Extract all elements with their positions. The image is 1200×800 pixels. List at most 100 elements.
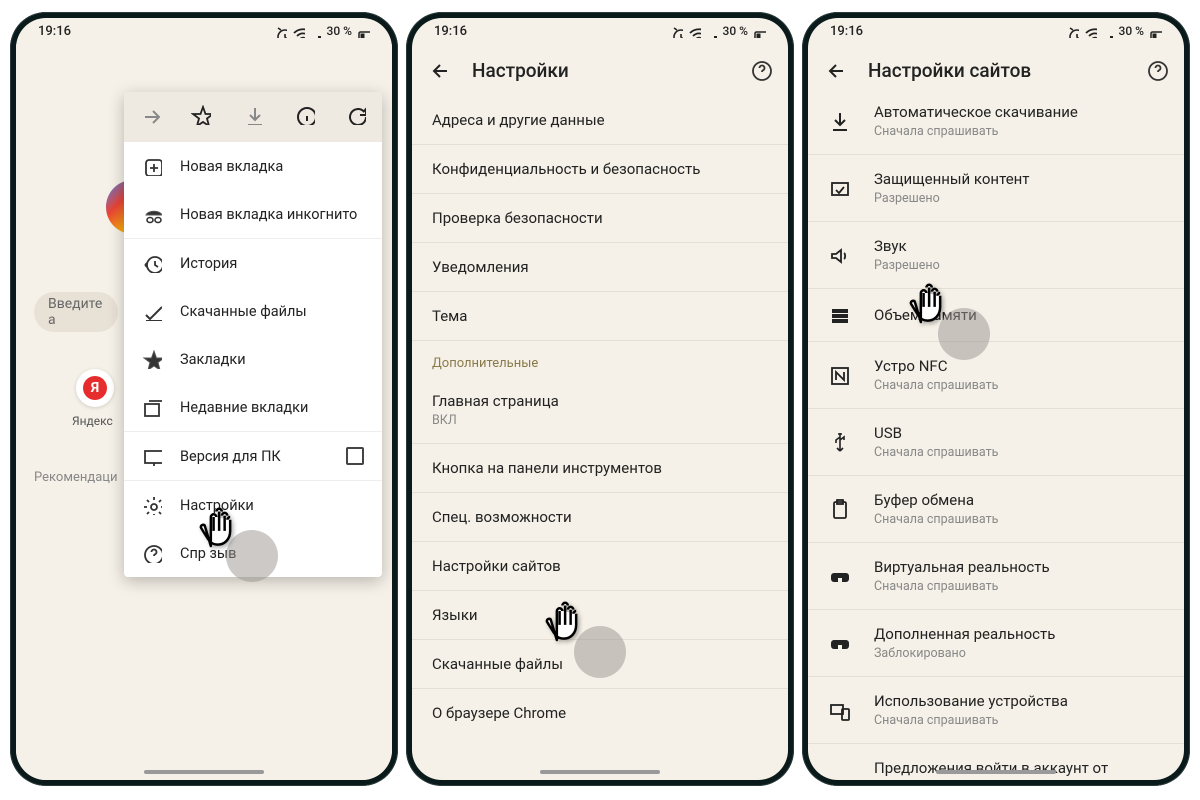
overflow-menu: Новая вкладка Новая вкладка инкогнито Ис… [124,92,382,577]
search-input[interactable]: Введите а [34,292,118,332]
list-item-title: Дополненная реальность [874,625,1164,643]
yandex-shortcut[interactable]: Я [76,369,116,409]
usb-icon [828,431,850,453]
protected-icon [828,177,850,199]
list-item-title: Устро NFC [874,357,1164,375]
settings-item-toolbar-button[interactable]: Кнопка на панели инструментов [412,444,788,493]
settings-item-notifications[interactable]: Уведомления [412,243,788,292]
battery-icon [356,24,370,38]
settings-item-homepage[interactable]: Главная страницаВКЛ [412,377,788,444]
menu-downloads[interactable]: Скачанные файлы [124,287,382,335]
back-button[interactable] [428,59,450,81]
menu-bookmarks[interactable]: Закладки [124,335,382,383]
app-header: Настройки [412,44,788,96]
wifi-icon [291,24,305,38]
download-button[interactable] [240,105,266,129]
menu-recent-tabs[interactable]: Недавние вкладки [124,383,382,431]
list-item-title: Виртуальная реальность [874,558,1164,576]
site-settings-item[interactable]: USBСначала спрашивать [808,409,1184,476]
wifi-icon [1083,24,1097,38]
sound-icon [828,244,850,266]
settings-item-safety[interactable]: Проверка безопасности [412,194,788,243]
list-item-title: Защищенный контент [874,170,1164,188]
site-settings-item[interactable]: Использование устройстваСначала спрашива… [808,677,1184,744]
battery-pct: 30 % [1119,24,1144,38]
list-item-subtitle: Разрешено [874,191,1164,206]
alarm-icon [273,24,287,38]
alarm-icon [1065,24,1079,38]
forward-button[interactable] [137,105,163,129]
site-settings-item[interactable]: Автоматическое скачивание Сначала спрашив… [808,88,1184,155]
list-item-subtitle: Заблокировано [874,646,1164,661]
refresh-button[interactable] [343,105,369,129]
cursor-hand-icon [198,506,240,554]
battery-pct: 30 % [723,24,748,38]
recommendations-label: Рекомендаци [34,470,117,485]
list-item-subtitle: Сначала спрашивать [874,378,1164,393]
site-settings-item[interactable]: Предложения войти в аккаунт от [808,744,1184,780]
status-bar: 19:16 30 % [808,18,1184,44]
battery-icon [752,24,766,38]
phone-1: 19:16 30 % Введите а Я Яндекс Рекомендац… [10,12,398,786]
page-title: Настройки [472,59,728,82]
section-advanced: Дополнительные [412,341,788,377]
page-title: Настройки сайтов [868,59,1124,82]
status-bar: 19:16 30 % [412,18,788,44]
phone-2: 19:16 30 % Настройки Адреса и другие дан… [406,12,794,786]
storage-icon [828,304,850,326]
cursor-hand-icon [544,600,586,648]
list-item-subtitle: Сначала спрашивать [874,124,1164,139]
site-settings-item[interactable]: Защищенный контент Разрешено [808,155,1184,222]
alarm-icon [669,24,683,38]
menu-desktop-site[interactable]: Версия для ПК [124,431,382,480]
site-settings-item[interactable]: Буфер обменаСначала спрашивать [808,476,1184,543]
nav-pill[interactable] [540,770,660,774]
list-item-title: Использование устройства [874,692,1164,710]
menu-history[interactable]: История [124,238,382,287]
signal-icon [1101,24,1115,38]
list-item-title: Звук [874,237,1164,255]
battery-pct: 30 % [327,24,352,38]
site-settings-item[interactable]: Устро NFC Сначала спрашивать [808,342,1184,409]
list-item-subtitle: Сначала спрашивать [874,512,1164,527]
back-button[interactable] [824,59,846,81]
list-item-title: USB [874,424,1164,442]
site-settings-item[interactable]: ЗвукРазрешено [808,222,1184,289]
nfc-icon [828,364,850,386]
settings-item-accessibility[interactable]: Спец. возможности [412,493,788,542]
device-icon [828,699,850,721]
nav-pill[interactable] [144,770,264,774]
menu-new-tab[interactable]: Новая вкладка [124,142,382,190]
help-button[interactable] [1146,59,1168,81]
menu-settings[interactable]: Настройки [124,480,382,529]
clock: 19:16 [830,24,863,39]
settings-item-addresses[interactable]: Адреса и другие данные [412,96,788,145]
ar-icon [828,632,850,654]
list-item-title: Предложения войти в аккаунт от [874,759,1164,777]
list-item-subtitle: Сначала спрашивать [874,579,1164,594]
yandex-label: Яндекс [72,414,113,428]
phone-3: 19:16 30 % Настройки сайтов Автоматическ… [802,12,1190,786]
settings-item-site-settings[interactable]: Настройки сайтов [412,542,788,591]
list-item-title: Автоматическое скачивание [874,103,1164,121]
menu-incognito[interactable]: Новая вкладка инкогнито [124,190,382,238]
signal-icon [309,24,323,38]
settings-item-theme[interactable]: Тема [412,292,788,341]
desktop-site-checkbox[interactable] [346,447,364,465]
bookmark-star-button[interactable] [188,105,214,129]
cursor-hand-icon [908,282,950,330]
clipboard-icon [828,498,850,520]
nav-pill[interactable] [936,770,1056,774]
download-icon [828,110,850,132]
site-settings-item[interactable]: Дополненная реальность Заблокировано [808,610,1184,677]
vr-icon [828,565,850,587]
info-button[interactable] [292,105,318,129]
status-bar: 19:16 30 % [16,18,392,44]
settings-item-privacy[interactable]: Конфиденциальность и безопасность [412,145,788,194]
site-settings-item[interactable]: Объем памяти [808,289,1184,342]
settings-item-about[interactable]: О браузере Chrome [412,689,788,737]
signal-icon [705,24,719,38]
help-button[interactable] [750,59,772,81]
site-settings-item[interactable]: Виртуальная реальность Сначала спрашивать [808,543,1184,610]
clock: 19:16 [434,24,467,39]
